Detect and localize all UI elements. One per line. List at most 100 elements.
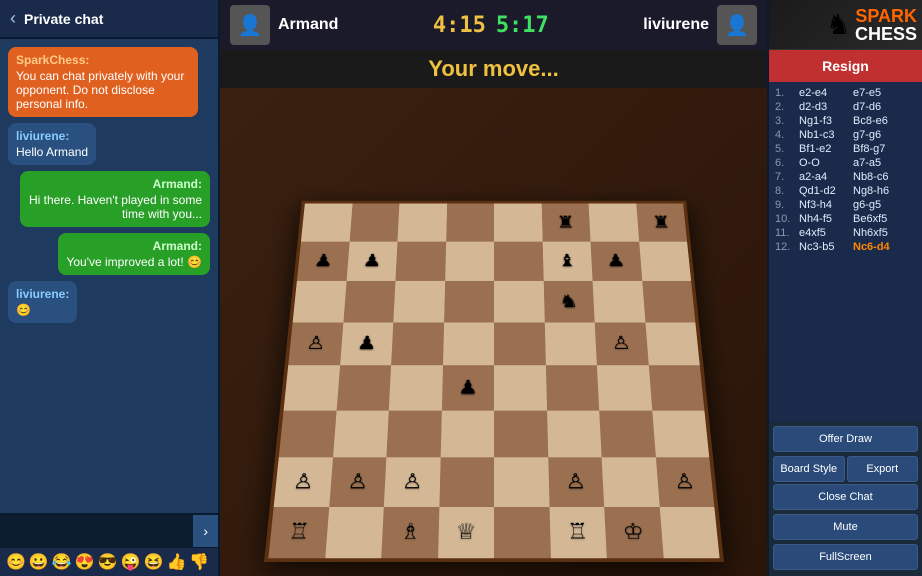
board-cell[interactable] (342, 281, 394, 322)
board-cell[interactable] (659, 507, 719, 559)
board-cell[interactable] (651, 410, 708, 457)
emoji-button[interactable]: 👎 (189, 552, 209, 572)
emoji-button[interactable]: 😆 (144, 552, 164, 572)
board-cell[interactable] (638, 241, 690, 281)
board-cell[interactable]: ♙ (655, 457, 714, 506)
move-black: Nc6-d4 (853, 241, 903, 253)
board-cell[interactable] (592, 281, 644, 322)
board-cell[interactable]: ♙ (383, 457, 439, 506)
board-cell[interactable] (645, 322, 700, 365)
board-cell[interactable] (332, 410, 388, 457)
board-cell[interactable] (300, 203, 351, 241)
board-cell[interactable] (494, 203, 542, 241)
board-cell[interactable]: ♙ (288, 322, 343, 365)
board-cell[interactable]: ♟ (296, 241, 348, 281)
board-cell[interactable]: ♙ (547, 457, 603, 506)
player-black: 👤 liviurene (643, 5, 757, 45)
board-cell[interactable] (601, 457, 659, 506)
board-cell[interactable] (440, 410, 494, 457)
board-cell[interactable] (494, 322, 545, 365)
board-cell[interactable] (494, 507, 550, 559)
board-cell[interactable] (395, 241, 445, 281)
move-number: 1. (775, 87, 795, 99)
move-history: 1.e2-e4e7-e52.d2-d3d7-d63.Ng1-f3Bc8-e64.… (769, 82, 922, 422)
board-cell[interactable] (443, 281, 493, 322)
board-cell[interactable]: ♝ (542, 241, 592, 281)
board-cell[interactable]: ♖ (268, 507, 328, 559)
board-cell[interactable] (648, 365, 704, 410)
move-black: e7-e5 (853, 87, 903, 99)
board-cell[interactable] (438, 457, 493, 506)
board-grid[interactable]: ♜♜♟♟♝♟♞♙♟♙♟♙♙♙♙♙♖♗♕♖♔ (264, 201, 724, 562)
offer-draw-button[interactable]: Offer Draw (773, 426, 918, 452)
move-row: 10.Nh4-f5Be6xf5 (773, 212, 918, 226)
board-cell[interactable]: ♙ (594, 322, 648, 365)
board-cell[interactable]: ♔ (604, 507, 663, 559)
board-cell[interactable] (544, 322, 597, 365)
mute-button[interactable]: Mute (773, 514, 918, 540)
emoji-button[interactable]: 😎 (98, 552, 118, 572)
board-cell[interactable] (442, 322, 493, 365)
board-cell[interactable]: ♙ (328, 457, 386, 506)
board-cell[interactable]: ♗ (381, 507, 439, 559)
board-cell[interactable] (444, 241, 493, 281)
emoji-button[interactable]: 👍 (166, 552, 186, 572)
board-cell[interactable] (545, 365, 599, 410)
board-cell[interactable] (324, 507, 383, 559)
board-cell[interactable]: ♞ (543, 281, 594, 322)
emoji-button[interactable]: 😊 (6, 552, 26, 572)
export-button[interactable]: Export (847, 456, 919, 482)
board-cell[interactable] (278, 410, 335, 457)
spark-logo: ♞ SPARK CHESS (769, 0, 922, 50)
board-cell[interactable] (391, 322, 444, 365)
chat-input-row: › (0, 513, 218, 547)
board-cell[interactable]: ♕ (437, 507, 493, 559)
resign-button[interactable]: Resign (769, 50, 922, 82)
board-cell[interactable]: ♙ (273, 457, 332, 506)
emoji-button[interactable]: 😍 (75, 552, 95, 572)
board-cell[interactable] (588, 203, 638, 241)
board-cell[interactable] (494, 365, 547, 410)
board-cell[interactable] (494, 410, 548, 457)
emoji-button[interactable]: 😜 (121, 552, 141, 572)
board-cell[interactable] (386, 410, 441, 457)
chat-back-button[interactable]: ‹ (10, 8, 16, 29)
board-cell[interactable] (599, 410, 655, 457)
board-cell[interactable] (393, 281, 444, 322)
chat-send-button[interactable]: › (193, 515, 218, 547)
fullscreen-button[interactable]: FullScreen (773, 544, 918, 570)
chess-board[interactable]: ♜♜♟♟♝♟♞♙♟♙♟♙♙♙♙♙♖♗♕♖♔ (264, 201, 724, 562)
board-cell[interactable]: ♟ (346, 241, 397, 281)
board-cell[interactable]: ♖ (549, 507, 607, 559)
close-chat-button[interactable]: Close Chat (773, 484, 918, 510)
board-cell[interactable] (494, 281, 544, 322)
emoji-button[interactable]: 😂 (52, 552, 72, 572)
move-number: 8. (775, 185, 795, 197)
board-cell[interactable] (596, 365, 651, 410)
board-cell[interactable] (397, 203, 446, 241)
board-cell[interactable]: ♟ (441, 365, 494, 410)
board-cell[interactable] (388, 365, 442, 410)
board-cell[interactable]: ♜ (635, 203, 686, 241)
player-white: 👤 Armand (230, 5, 338, 45)
chat-panel: ‹ Private chat SparkChess:You can chat p… (0, 0, 220, 576)
board-cell[interactable] (546, 410, 601, 457)
board-cell[interactable]: ♜ (541, 203, 590, 241)
board-cell[interactable] (283, 365, 339, 410)
move-row: 1.e2-e4e7-e5 (773, 86, 918, 100)
board-cell[interactable]: ♟ (590, 241, 641, 281)
board-style-button[interactable]: Board Style (773, 456, 845, 482)
move-number: 11. (775, 227, 795, 239)
white-avatar: 👤 (230, 5, 270, 45)
board-cell[interactable] (494, 457, 549, 506)
chat-input[interactable] (0, 515, 193, 547)
black-avatar: 👤 (717, 5, 757, 45)
board-cell[interactable] (292, 281, 346, 322)
board-cell[interactable]: ♟ (339, 322, 393, 365)
emoji-button[interactable]: 😀 (29, 552, 49, 572)
board-cell[interactable] (445, 203, 493, 241)
board-cell[interactable] (349, 203, 399, 241)
board-cell[interactable] (641, 281, 695, 322)
board-cell[interactable] (336, 365, 391, 410)
board-cell[interactable] (494, 241, 543, 281)
